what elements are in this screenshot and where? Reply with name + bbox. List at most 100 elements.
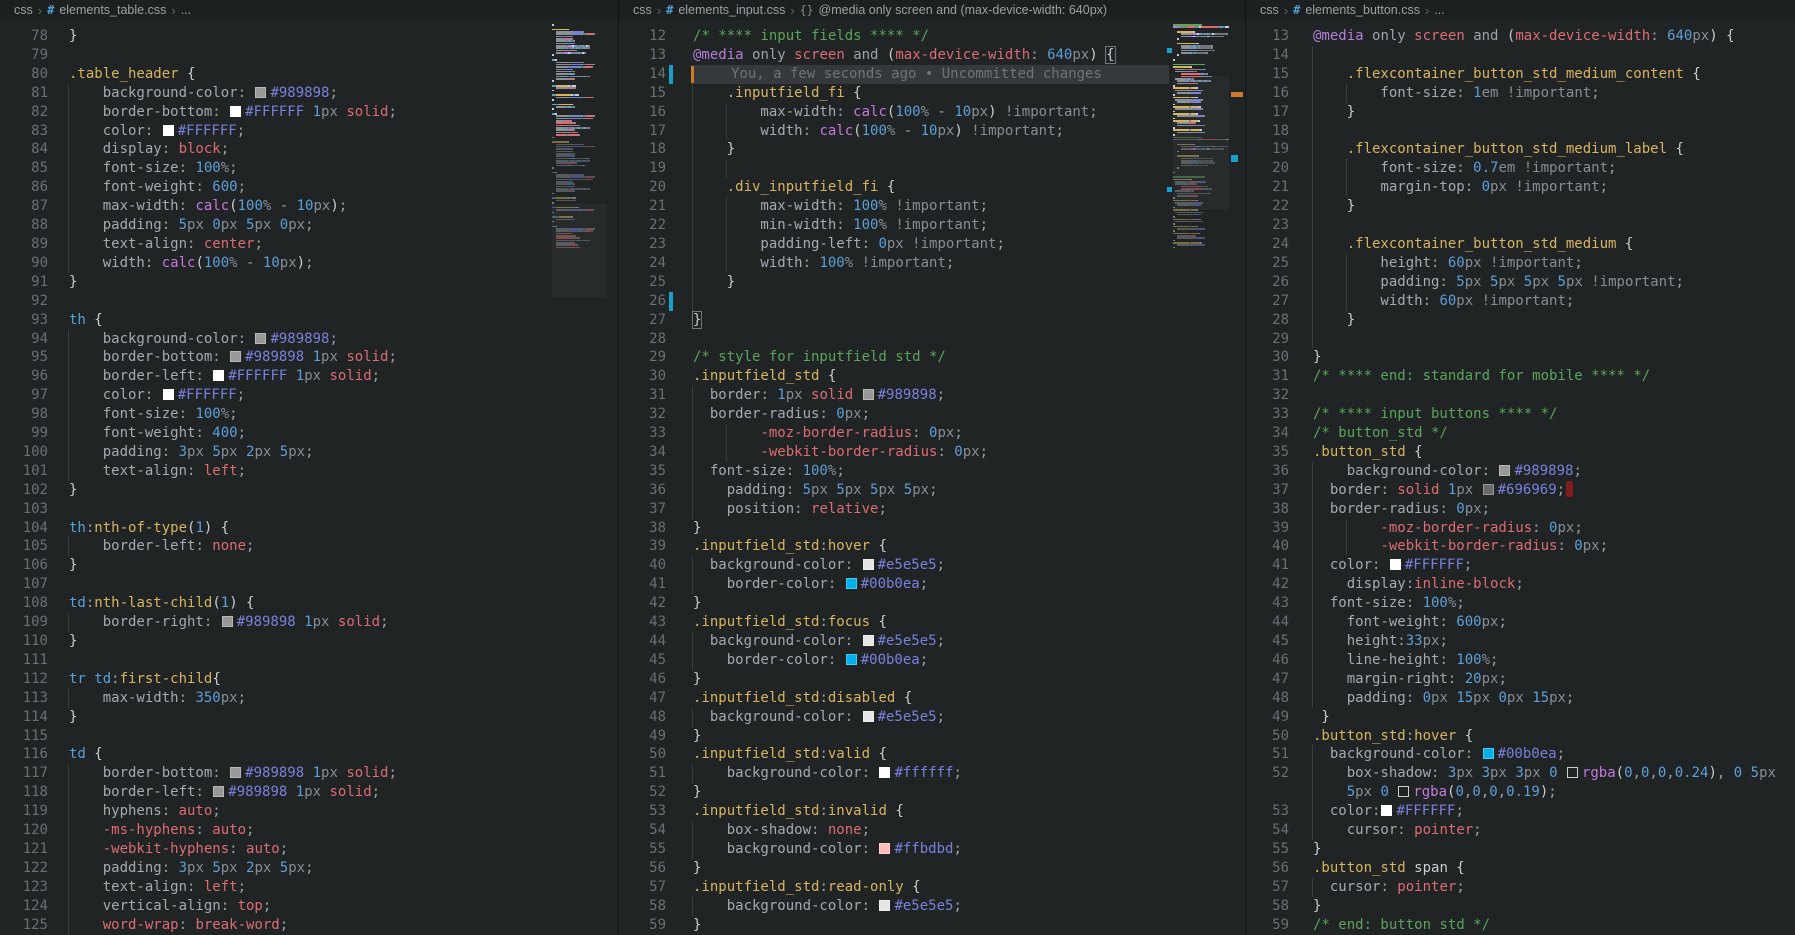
code-line[interactable]: 102}: [0, 481, 618, 500]
line-number[interactable]: 12: [619, 27, 666, 46]
line-number[interactable]: 49: [619, 727, 666, 746]
line-number[interactable]: 20: [619, 178, 666, 197]
line-number[interactable]: 31: [619, 386, 666, 405]
code-line[interactable]: 59/* end: button std */: [1246, 916, 1795, 935]
line-number[interactable]: 22: [619, 216, 666, 235]
line-number[interactable]: 83: [0, 122, 48, 141]
breadcrumb-folder[interactable]: css: [1260, 3, 1279, 17]
code-line[interactable]: 29/* style for inputfield std */: [619, 348, 1246, 367]
line-number[interactable]: 19: [1246, 140, 1289, 159]
code-line[interactable]: 123 text-align: left;: [0, 878, 618, 897]
code-line[interactable]: 122 padding: 3px 5px 2px 5px;: [0, 859, 618, 878]
line-number[interactable]: 37: [1246, 481, 1289, 500]
line-number[interactable]: 55: [1246, 840, 1289, 859]
code-line[interactable]: 47.inputfield_std:disabled {: [619, 689, 1246, 708]
line-number[interactable]: 41: [619, 575, 666, 594]
line-number[interactable]: 15: [1246, 65, 1289, 84]
line-number[interactable]: 39: [1246, 519, 1289, 538]
code-line[interactable]: 52 box-shadow: 3px 3px 3px 0 rgba(0,0,0,…: [1246, 764, 1795, 783]
line-number[interactable]: 47: [1246, 670, 1289, 689]
code-line[interactable]: 42 display:inline-block;: [1246, 575, 1795, 594]
code-line[interactable]: 86 font-weight: 600;: [0, 178, 618, 197]
color-swatch[interactable]: [213, 786, 224, 797]
line-number[interactable]: 24: [619, 254, 666, 273]
line-number[interactable]: 34: [1246, 424, 1289, 443]
line-number[interactable]: 110: [0, 632, 48, 651]
breadcrumb-folder[interactable]: css: [633, 3, 652, 17]
line-number[interactable]: 29: [619, 348, 666, 367]
code-line[interactable]: 15 .inputfield_fi {: [619, 84, 1246, 103]
code-line[interactable]: 91}: [0, 273, 618, 292]
line-number[interactable]: 104: [0, 519, 48, 538]
color-swatch[interactable]: [879, 900, 890, 911]
line-number[interactable]: 45: [1246, 632, 1289, 651]
line-number[interactable]: 31: [1246, 367, 1289, 386]
code-line[interactable]: 111: [0, 651, 618, 670]
code-line[interactable]: 20 font-size: 0.7em !important;: [1246, 159, 1795, 178]
code-line[interactable]: 97 color: #FFFFFF;: [0, 386, 618, 405]
line-number[interactable]: 78: [0, 27, 48, 46]
code-line[interactable]: 113 max-width: 350px;: [0, 689, 618, 708]
code-area[interactable]: 78}7980.table_header {81 background-colo…: [0, 20, 618, 935]
line-number[interactable]: 23: [1246, 216, 1289, 235]
line-number[interactable]: 100: [0, 443, 48, 462]
code-line[interactable]: 48 background-color: #e5e5e5;: [619, 708, 1246, 727]
line-number[interactable]: 48: [1246, 689, 1289, 708]
code-area[interactable]: 13@media only screen and (max-device-wid…: [1246, 20, 1795, 935]
code-line[interactable]: 18: [1246, 122, 1795, 141]
code-line[interactable]: 17 }: [1246, 103, 1795, 122]
line-number[interactable]: 123: [0, 878, 48, 897]
code-line[interactable]: 121 -webkit-hyphens: auto;: [0, 840, 618, 859]
code-area[interactable]: 12/* **** input fields **** */13@media o…: [619, 20, 1246, 935]
line-number[interactable]: 17: [1246, 103, 1289, 122]
line-number[interactable]: 98: [0, 405, 48, 424]
code-line[interactable]: 38}: [619, 519, 1246, 538]
line-number[interactable]: 92: [0, 292, 48, 311]
color-swatch[interactable]: [230, 767, 241, 778]
code-line[interactable]: 27}: [619, 311, 1246, 330]
line-number[interactable]: 59: [1246, 916, 1289, 935]
color-swatch[interactable]: [255, 87, 266, 98]
line-number[interactable]: 46: [619, 670, 666, 689]
code-line[interactable]: 24 .flexcontainer_button_std_medium {: [1246, 235, 1795, 254]
line-number[interactable]: 84: [0, 140, 48, 159]
code-line[interactable]: 38 border-radius: 0px;: [1246, 500, 1795, 519]
breadcrumb-file[interactable]: elements_button.css: [1305, 3, 1420, 17]
code-line[interactable]: 101 text-align: left;: [0, 462, 618, 481]
line-number[interactable]: 32: [619, 405, 666, 424]
line-number[interactable]: 50: [1246, 727, 1289, 746]
line-number[interactable]: 22: [1246, 197, 1289, 216]
code-line[interactable]: 79: [0, 46, 618, 65]
code-line[interactable]: 22 }: [1246, 197, 1795, 216]
code-line[interactable]: 104th:nth-of-type(1) {: [0, 519, 618, 538]
code-line[interactable]: 16 max-width: calc(100% - 10px) !importa…: [619, 103, 1246, 122]
code-line[interactable]: 20 .div_inputfield_fi {: [619, 178, 1246, 197]
code-line[interactable]: 37 position: relative;: [619, 500, 1246, 519]
code-line[interactable]: 28 }: [1246, 311, 1795, 330]
line-number[interactable]: 82: [0, 103, 48, 122]
line-number[interactable]: 89: [0, 235, 48, 254]
line-number[interactable]: 56: [619, 859, 666, 878]
line-number[interactable]: 30: [619, 367, 666, 386]
code-line[interactable]: 57 cursor: pointer;: [1246, 878, 1795, 897]
line-number[interactable]: 52: [1246, 764, 1289, 783]
code-line[interactable]: 54 cursor: pointer;: [1246, 821, 1795, 840]
minimap[interactable]: [1173, 24, 1229, 935]
code-line[interactable]: 21 margin-top: 0px !important;: [1246, 178, 1795, 197]
code-line[interactable]: 116td {: [0, 745, 618, 764]
code-line[interactable]: 114}: [0, 708, 618, 727]
line-number[interactable]: 44: [1246, 613, 1289, 632]
code-line[interactable]: 37 border: solid 1px #696969;: [1246, 481, 1795, 500]
color-swatch[interactable]: [863, 711, 874, 722]
code-line[interactable]: 50.inputfield_std:valid {: [619, 745, 1246, 764]
line-number[interactable]: 58: [1246, 897, 1289, 916]
code-line[interactable]: 47 margin-right: 20px;: [1246, 670, 1795, 689]
color-swatch[interactable]: [879, 767, 890, 778]
color-swatch[interactable]: [255, 333, 266, 344]
code-line[interactable]: 49 }: [1246, 708, 1795, 727]
code-line[interactable]: 55}: [1246, 840, 1795, 859]
code-line[interactable]: 89 text-align: center;: [0, 235, 618, 254]
code-line[interactable]: 103: [0, 500, 618, 519]
code-line[interactable]: 13@media only screen and (max-device-wid…: [1246, 27, 1795, 46]
code-line[interactable]: 115: [0, 727, 618, 746]
